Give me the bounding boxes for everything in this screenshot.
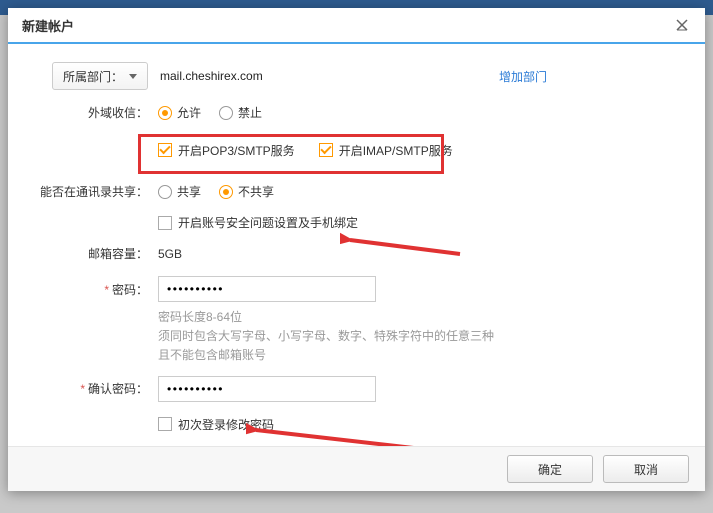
radio-label: 共享	[177, 183, 201, 200]
radio-label: 允许	[177, 104, 201, 121]
ok-button[interactable]: 确定	[507, 455, 593, 483]
checkbox-label: 开启POP3/SMTP服务	[178, 142, 295, 159]
radio-icon	[219, 106, 233, 120]
mailbox-capacity-label: 邮箱容量：	[38, 245, 158, 262]
cancel-button[interactable]: 取消	[603, 455, 689, 483]
password-label: *密码：	[38, 281, 158, 298]
first-login-change-password-checkbox[interactable]: 初次登录修改密码	[158, 416, 274, 433]
radio-label: 禁止	[238, 104, 262, 121]
confirm-password-input[interactable]	[158, 376, 376, 402]
security-question-checkbox[interactable]: 开启账号安全问题设置及手机绑定	[158, 214, 358, 231]
checkbox-icon	[319, 143, 333, 157]
department-dropdown-label: 所属部门：	[63, 68, 123, 85]
new-account-dialog: 新建帐户 所属部门： mail.cheshirex.com 增加部门 外域收信：	[8, 8, 705, 491]
radio-label: 不共享	[238, 183, 274, 200]
checkbox-icon	[158, 143, 172, 157]
dialog-title: 新建帐户	[22, 16, 74, 35]
password-input[interactable]	[158, 276, 376, 302]
checkbox-label: 开启账号安全问题设置及手机绑定	[178, 214, 358, 231]
dialog-titlebar: 新建帐户	[8, 8, 705, 44]
checkbox-label: 初次登录修改密码	[178, 416, 274, 433]
domain-text: mail.cheshirex.com	[160, 69, 263, 83]
checkbox-icon	[158, 216, 172, 230]
close-icon[interactable]	[673, 16, 691, 34]
dialog-footer: 确定 取消	[8, 446, 705, 491]
radio-icon	[219, 185, 233, 199]
mailbox-capacity-value: 5GB	[158, 247, 182, 261]
radio-icon	[158, 106, 172, 120]
add-department-link[interactable]: 增加部门	[499, 68, 547, 85]
department-dropdown[interactable]: 所属部门：	[52, 62, 148, 90]
external-allow-radio[interactable]: 允许	[158, 104, 201, 121]
pop3-smtp-checkbox[interactable]: 开启POP3/SMTP服务	[158, 142, 295, 159]
password-hint: 密码长度8-64位 须同时包含大写字母、小写字母、数字、特殊字符中的任意三种 且…	[158, 308, 675, 366]
confirm-password-label: *确认密码：	[38, 380, 158, 397]
checkbox-icon	[158, 417, 172, 431]
contacts-share-label: 能否在通讯录共享：	[0, 183, 158, 200]
contacts-noshare-radio[interactable]: 不共享	[219, 183, 274, 200]
radio-icon	[158, 185, 172, 199]
external-deny-radio[interactable]: 禁止	[219, 104, 262, 121]
imap-smtp-checkbox[interactable]: 开启IMAP/SMTP服务	[319, 142, 453, 159]
caret-down-icon	[129, 74, 137, 79]
contacts-share-radio[interactable]: 共享	[158, 183, 201, 200]
external-receive-label: 外域收信：	[38, 104, 158, 121]
checkbox-label: 开启IMAP/SMTP服务	[339, 142, 453, 159]
